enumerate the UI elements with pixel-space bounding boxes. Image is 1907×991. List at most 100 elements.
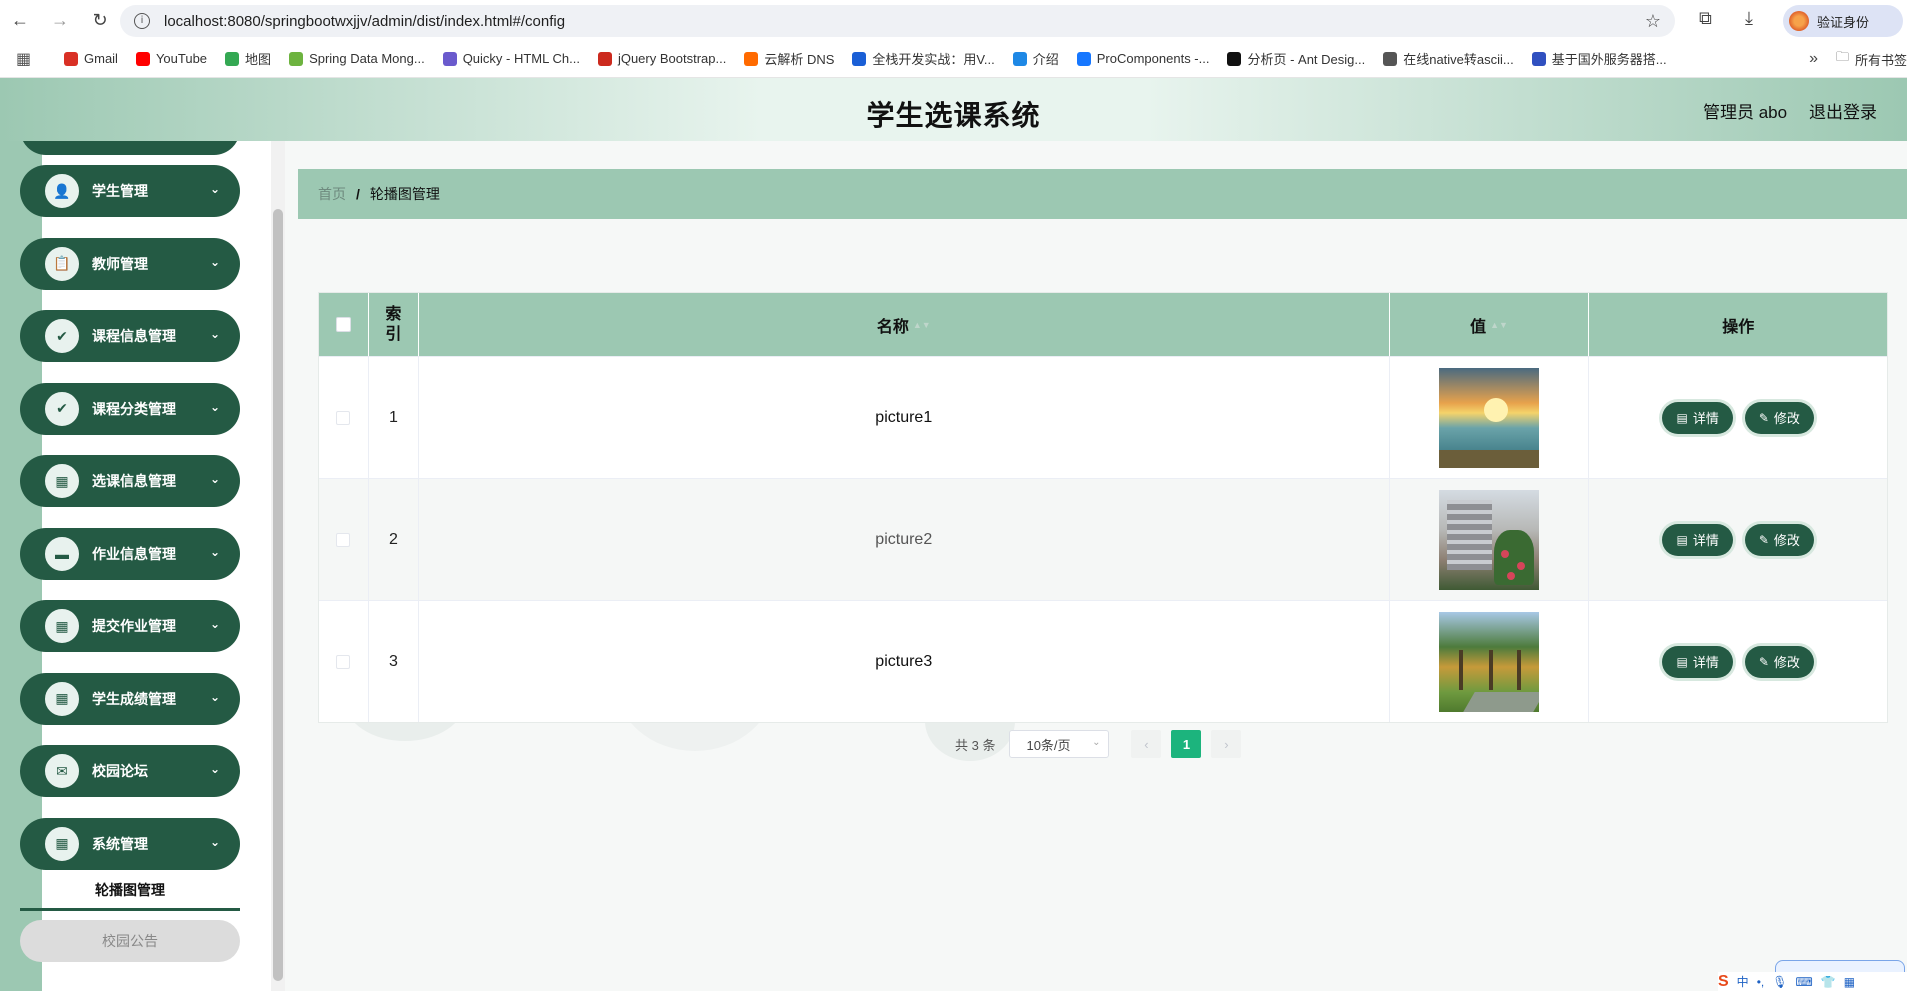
- reload-icon[interactable]: ↻: [80, 0, 120, 40]
- sidebar-menu-item[interactable]: 👤 学生管理 ⌄: [20, 165, 240, 217]
- more-bookmarks-icon[interactable]: »: [1809, 50, 1818, 68]
- bookmark-favicon-icon: [1531, 51, 1546, 66]
- chevron-down-icon: ⌄: [1092, 737, 1101, 748]
- pagination-total: 共 3 条: [955, 737, 996, 753]
- row-index: 3: [369, 601, 419, 722]
- select-all-checkbox[interactable]: [335, 317, 351, 332]
- sort-icon[interactable]: ▲▼: [913, 320, 931, 329]
- header-select-all: [319, 293, 369, 356]
- row-select-cell: [319, 601, 369, 722]
- edit-button[interactable]: ✎ 修改: [1744, 523, 1814, 556]
- chevron-down-icon: ⌄: [209, 472, 220, 486]
- chinese-mode-icon[interactable]: 中: [1737, 973, 1749, 990]
- clipboard-check-icon: ✔: [42, 388, 82, 429]
- document-icon: ▤: [1676, 410, 1688, 425]
- detail-button[interactable]: ▤ 详情: [1662, 645, 1733, 678]
- sogou-ime-icon[interactable]: S: [1718, 973, 1729, 991]
- bookmark-item[interactable]: 基于国外服务器搭...: [1531, 49, 1667, 68]
- detail-button[interactable]: ▤ 详情: [1662, 523, 1733, 556]
- breadcrumb-home[interactable]: 首页: [318, 184, 346, 204]
- bookmark-item[interactable]: Spring Data Mong...: [289, 51, 425, 66]
- sidebar-menu-item[interactable]: ▦ 提交作业管理 ⌄: [20, 600, 240, 652]
- bookmark-item[interactable]: ProComponents -...: [1076, 51, 1209, 66]
- sidebar-menu-item[interactable]: ✉ 校园论坛 ⌄: [20, 745, 240, 797]
- menu-item-clipped[interactable]: [20, 141, 240, 155]
- sort-icon[interactable]: ▲▼: [1490, 320, 1508, 329]
- flower-shape: [1517, 561, 1526, 570]
- bookmark-item[interactable]: 地图: [225, 49, 271, 68]
- bookmark-item[interactable]: Quicky - HTML Ch...: [442, 51, 580, 66]
- sidebar-menu-item[interactable]: ✔ 课程信息管理 ⌄: [20, 310, 240, 362]
- row-value-cell: [1390, 357, 1590, 478]
- bookmark-item[interactable]: 分析页 - Ant Desig...: [1227, 49, 1365, 68]
- page-number-active[interactable]: 1: [1171, 730, 1202, 758]
- prev-page-button[interactable]: ‹: [1131, 730, 1162, 758]
- row-checkbox[interactable]: [336, 532, 351, 547]
- row-actions: ▤ 详情 ✎ 修改: [1589, 601, 1887, 722]
- bookmark-favicon-icon: [852, 51, 867, 66]
- bookmark-item[interactable]: jQuery Bootstrap...: [597, 51, 726, 66]
- grid-icon: ▦: [42, 678, 82, 719]
- ime-toolbar[interactable]: S 中 •, 🎙 ⌨ 👕 ▦: [1718, 972, 1907, 991]
- site-info-icon[interactable]: i: [134, 13, 150, 29]
- bookmark-item[interactable]: 介绍: [1012, 49, 1059, 68]
- bookmark-favicon-icon: [135, 51, 150, 66]
- page-size-value: 10条/页: [1026, 737, 1071, 753]
- extensions-icon[interactable]: ⧉: [1699, 8, 1712, 29]
- submenu-item-announcement[interactable]: 校园公告: [20, 920, 240, 962]
- sidebar-menu-item[interactable]: 📋 教师管理 ⌄: [20, 237, 240, 290]
- header-value[interactable]: 值 ▲▼: [1390, 293, 1590, 356]
- sidebar-menu-item[interactable]: ▬ 作业信息管理 ⌄: [20, 527, 240, 580]
- sidebar-menu-item[interactable]: ▦ 学生成绩管理 ⌄: [20, 672, 240, 725]
- bookmark-item[interactable]: 云解析 DNS: [744, 49, 834, 68]
- detail-button[interactable]: ▤ 详情: [1662, 401, 1733, 434]
- edit-button[interactable]: ✎ 修改: [1744, 401, 1814, 434]
- logout-link[interactable]: 退出登录: [1809, 98, 1877, 123]
- row-checkbox[interactable]: [336, 410, 351, 425]
- sidebar-menu-item[interactable]: ▦ 系统管理 ⌄: [20, 817, 240, 870]
- table-header: 索 引 名称 ▲▼ 值 ▲▼ 操作: [319, 293, 1887, 356]
- next-page-button[interactable]: ›: [1211, 730, 1242, 758]
- chevron-down-icon: ⌄: [209, 254, 220, 269]
- verify-identity-button[interactable]: 验证身份: [1783, 5, 1903, 37]
- header-name[interactable]: 名称 ▲▼: [419, 293, 1390, 356]
- edit-label: 修改: [1773, 533, 1800, 548]
- submenu-item-carousel[interactable]: 轮播图管理: [20, 869, 240, 911]
- bookmark-item[interactable]: 在线native转ascii...: [1383, 49, 1514, 68]
- path-shape: [1463, 691, 1540, 712]
- keyboard-icon[interactable]: ⌨: [1795, 975, 1812, 989]
- sidebar-scroll-thumb[interactable]: [273, 209, 283, 981]
- edit-icon: ✎: [1758, 410, 1769, 425]
- row-checkbox[interactable]: [336, 654, 351, 669]
- sidebar-menu-item[interactable]: ✔ 课程分类管理 ⌄: [20, 382, 240, 435]
- bookmark-item[interactable]: YouTube: [135, 51, 207, 66]
- row-image-autumn-campus[interactable]: [1439, 611, 1540, 712]
- punctuation-icon[interactable]: •,: [1757, 975, 1765, 989]
- address-bar[interactable]: i localhost:8080/springbootwxjjv/admin/d…: [120, 5, 1675, 37]
- row-index: 1: [369, 357, 419, 478]
- forward-icon[interactable]: →: [40, 0, 80, 40]
- clipboard-check-icon: ✔: [42, 316, 82, 356]
- page-size-select[interactable]: 10条/页 ⌄: [1009, 730, 1110, 758]
- back-icon[interactable]: ←: [0, 0, 40, 40]
- bookmark-item[interactable]: Gmail: [64, 51, 118, 66]
- row-image-campus-building[interactable]: [1439, 489, 1540, 590]
- all-bookmarks-link[interactable]: 所有书签: [1855, 50, 1907, 69]
- sidebar-menu-item[interactable]: ▦ 选课信息管理 ⌄: [20, 455, 240, 507]
- row-image-sunset[interactable]: [1439, 367, 1540, 468]
- tools-grid-icon[interactable]: ▦: [1844, 975, 1855, 989]
- shore-shape: [1439, 449, 1540, 468]
- microphone-icon[interactable]: 🎙: [1772, 975, 1787, 989]
- folder-icon: 🗀: [1835, 49, 1849, 64]
- bookmark-star-icon[interactable]: ☆: [1645, 11, 1661, 32]
- bookmark-item[interactable]: 全栈开发实战：用V...: [852, 49, 995, 68]
- table-row: 3 picture3 ▤ 详情 ✎ 修改: [319, 600, 1887, 722]
- download-icon[interactable]: ⤓: [1745, 8, 1753, 29]
- sidebar-scrollbar[interactable]: [271, 141, 285, 991]
- bookmark-favicon-icon: [64, 51, 78, 66]
- apps-grid-icon[interactable]: ▦: [16, 49, 42, 69]
- skin-icon[interactable]: 👕: [1821, 975, 1836, 989]
- edit-button[interactable]: ✎ 修改: [1744, 645, 1814, 678]
- sidebar: 👤 学生管理 ⌄ 📋 教师管理 ⌄ ✔ 课程信息管理 ⌄ ✔ 课程分类管理 ⌄ ▦ 选课信息管理 ⌄ ▬ 作业信…: [0, 141, 285, 991]
- row-value-cell: [1390, 479, 1590, 600]
